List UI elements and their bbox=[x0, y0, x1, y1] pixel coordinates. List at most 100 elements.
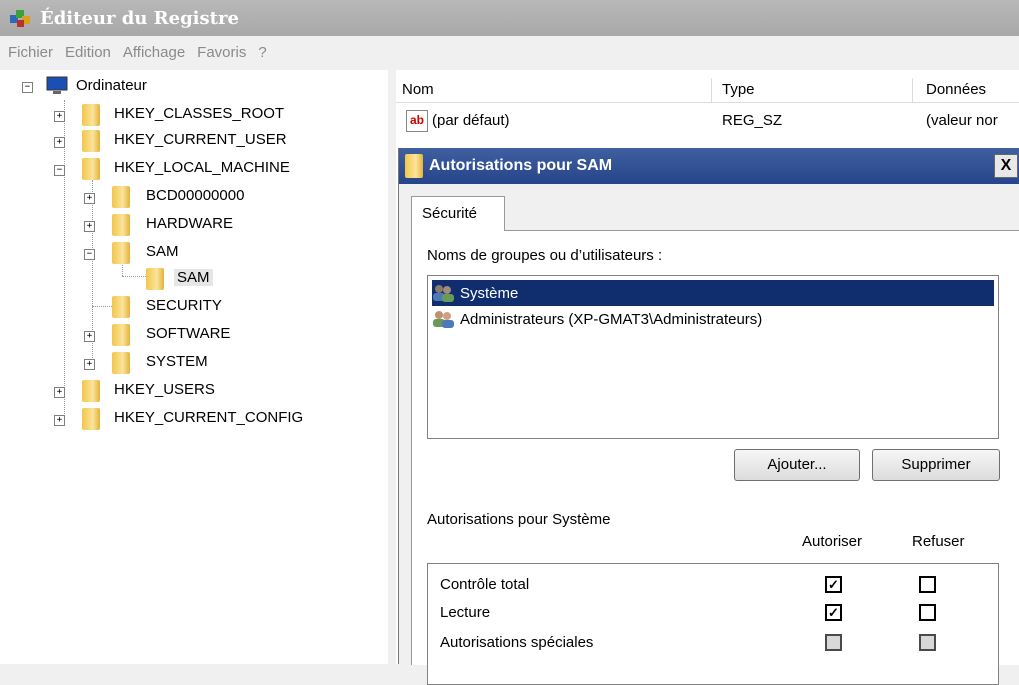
close-icon: X bbox=[1000, 157, 1012, 174]
expand-icon[interactable]: + bbox=[84, 359, 95, 370]
folder-icon bbox=[112, 296, 130, 318]
tree-item-system[interactable]: + SYSTEM bbox=[0, 350, 380, 376]
deny-checkbox-read[interactable] bbox=[919, 604, 936, 621]
tree-item-software[interactable]: + SOFTWARE bbox=[0, 322, 380, 348]
tree-label: BCD00000000 bbox=[146, 187, 245, 204]
collapse-icon[interactable]: − bbox=[22, 82, 33, 93]
computer-icon bbox=[44, 76, 70, 96]
tree-item-hkey-local-machine[interactable]: − HKEY_LOCAL_MACHINE bbox=[0, 156, 380, 182]
users-icon bbox=[432, 284, 456, 302]
list-item-systeme[interactable]: Système bbox=[432, 280, 994, 306]
permission-name: Lecture bbox=[440, 604, 491, 621]
close-button[interactable]: X bbox=[994, 154, 1018, 178]
deny-checkbox-full-control[interactable] bbox=[919, 576, 936, 593]
users-listbox[interactable]: Système Administrateurs (XP-GMAT3\Admini… bbox=[427, 275, 999, 439]
list-item-administrateurs[interactable]: Administrateurs (XP-GMAT3\Administrateur… bbox=[432, 306, 994, 332]
dialog-title-bar[interactable]: Autorisations pour SAM X bbox=[399, 148, 1019, 184]
tree-item-hkey-current-user[interactable]: + HKEY_CURRENT_USER bbox=[0, 128, 380, 154]
allow-checkbox-special bbox=[825, 634, 842, 651]
expand-icon[interactable]: + bbox=[84, 221, 95, 232]
tree-label: HKEY_CURRENT_CONFIG bbox=[114, 409, 304, 426]
tab-label: Sécurité bbox=[422, 205, 478, 222]
list-header: Nom Type Données bbox=[396, 78, 1019, 103]
value-data: (valeur nor bbox=[926, 112, 998, 129]
tree-item-hkey-users[interactable]: + HKEY_USERS bbox=[0, 378, 380, 404]
tree-item-sam[interactable]: − SAM bbox=[0, 240, 380, 266]
tree-label: Ordinateur bbox=[76, 77, 147, 94]
allow-checkbox-full-control[interactable]: ✓ bbox=[825, 576, 842, 593]
user-name: Système bbox=[460, 284, 519, 302]
folder-icon bbox=[112, 352, 130, 374]
folder-icon bbox=[112, 324, 130, 346]
allow-column-label: Autoriser bbox=[802, 533, 863, 550]
expand-icon[interactable]: + bbox=[84, 331, 95, 342]
tree-item-hkey-classes-root[interactable]: + HKEY_CLASSES_ROOT bbox=[0, 102, 380, 128]
folder-icon bbox=[112, 186, 130, 208]
tree-label: HARDWARE bbox=[146, 215, 233, 232]
folder-icon bbox=[82, 380, 100, 402]
tree-label: HKEY_CURRENT_USER bbox=[114, 131, 287, 148]
expand-icon[interactable]: + bbox=[54, 387, 65, 398]
menu-fichier[interactable]: Fichier bbox=[8, 44, 53, 61]
permissions-dialog: Autorisations pour SAM X Sécurité Noms d… bbox=[398, 148, 1019, 685]
remove-button[interactable]: Supprimer bbox=[872, 449, 1000, 481]
column-header-data[interactable]: Données bbox=[926, 81, 986, 98]
title-bar: Éditeur du Registre bbox=[0, 0, 1019, 36]
string-value-icon: ab bbox=[406, 110, 428, 132]
folder-icon bbox=[82, 104, 100, 126]
tree-item-ordinateur[interactable]: − Ordinateur bbox=[0, 74, 380, 100]
permissions-list[interactable]: Contrôle total ✓ Lecture ✓ Autorisations… bbox=[427, 563, 999, 685]
tree-item-security[interactable]: SECURITY bbox=[0, 294, 380, 320]
tree-label: HKEY_LOCAL_MACHINE bbox=[114, 159, 290, 176]
tab-securite[interactable]: Sécurité bbox=[411, 196, 505, 231]
tree-label: SYSTEM bbox=[146, 353, 208, 370]
menu-help[interactable]: ? bbox=[258, 44, 266, 61]
folder-icon bbox=[82, 408, 100, 430]
tree-label: SAM bbox=[146, 243, 179, 260]
tree-item-hkey-current-config[interactable]: + HKEY_CURRENT_CONFIG bbox=[0, 406, 380, 432]
column-header-type[interactable]: Type bbox=[722, 81, 755, 98]
expand-icon[interactable]: + bbox=[54, 111, 65, 122]
users-icon bbox=[432, 310, 456, 328]
permission-row-full-control: Contrôle total bbox=[440, 576, 529, 602]
tree-item-hardware[interactable]: + HARDWARE bbox=[0, 212, 380, 238]
tree-label: HKEY_CLASSES_ROOT bbox=[114, 105, 285, 122]
column-separator[interactable] bbox=[912, 78, 913, 102]
tree-item-bcd[interactable]: + BCD00000000 bbox=[0, 184, 380, 210]
tree-label: SOFTWARE bbox=[146, 325, 231, 342]
collapse-icon[interactable]: − bbox=[84, 249, 95, 260]
add-button[interactable]: Ajouter... bbox=[734, 449, 860, 481]
expand-icon[interactable]: + bbox=[54, 415, 65, 426]
tree-item-sam-child[interactable]: SAM bbox=[0, 266, 380, 292]
folder-icon bbox=[82, 158, 100, 180]
permission-name: Autorisations spéciales bbox=[440, 634, 594, 651]
folder-icon bbox=[405, 154, 423, 178]
allow-checkbox-read[interactable]: ✓ bbox=[825, 604, 842, 621]
permission-row-read: Lecture bbox=[440, 604, 490, 630]
permission-row-special: Autorisations spéciales bbox=[440, 634, 593, 660]
tree-label: SAM bbox=[174, 269, 213, 286]
deny-checkbox-special bbox=[919, 634, 936, 651]
collapse-icon[interactable]: − bbox=[54, 165, 65, 176]
folder-icon bbox=[146, 268, 164, 290]
registry-editor-icon bbox=[6, 3, 36, 33]
menu-favoris[interactable]: Favoris bbox=[197, 44, 246, 61]
menu-edition[interactable]: Edition bbox=[65, 44, 111, 61]
value-name: (par défaut) bbox=[432, 112, 510, 129]
tree-label: HKEY_USERS bbox=[114, 381, 215, 398]
registry-tree[interactable]: − Ordinateur + HKEY_CLASSES_ROOT + HKEY_… bbox=[0, 70, 388, 664]
dialog-title: Autorisations pour SAM bbox=[429, 157, 613, 174]
menu-bar: Fichier Edition Affichage Favoris ? bbox=[0, 36, 1019, 68]
column-header-name[interactable]: Nom bbox=[402, 81, 434, 98]
expand-icon[interactable]: + bbox=[54, 137, 65, 148]
folder-icon bbox=[82, 130, 100, 152]
menu-affichage[interactable]: Affichage bbox=[123, 44, 185, 61]
value-type: REG_SZ bbox=[722, 112, 783, 129]
pane-splitter[interactable] bbox=[388, 70, 396, 664]
window-title: Éditeur du Registre bbox=[40, 7, 239, 29]
column-separator[interactable] bbox=[711, 78, 712, 102]
security-panel: Noms de groupes ou d’utilisateurs : Syst… bbox=[411, 230, 1019, 685]
folder-icon bbox=[112, 242, 130, 264]
folder-icon bbox=[112, 214, 130, 236]
expand-icon[interactable]: + bbox=[84, 193, 95, 204]
